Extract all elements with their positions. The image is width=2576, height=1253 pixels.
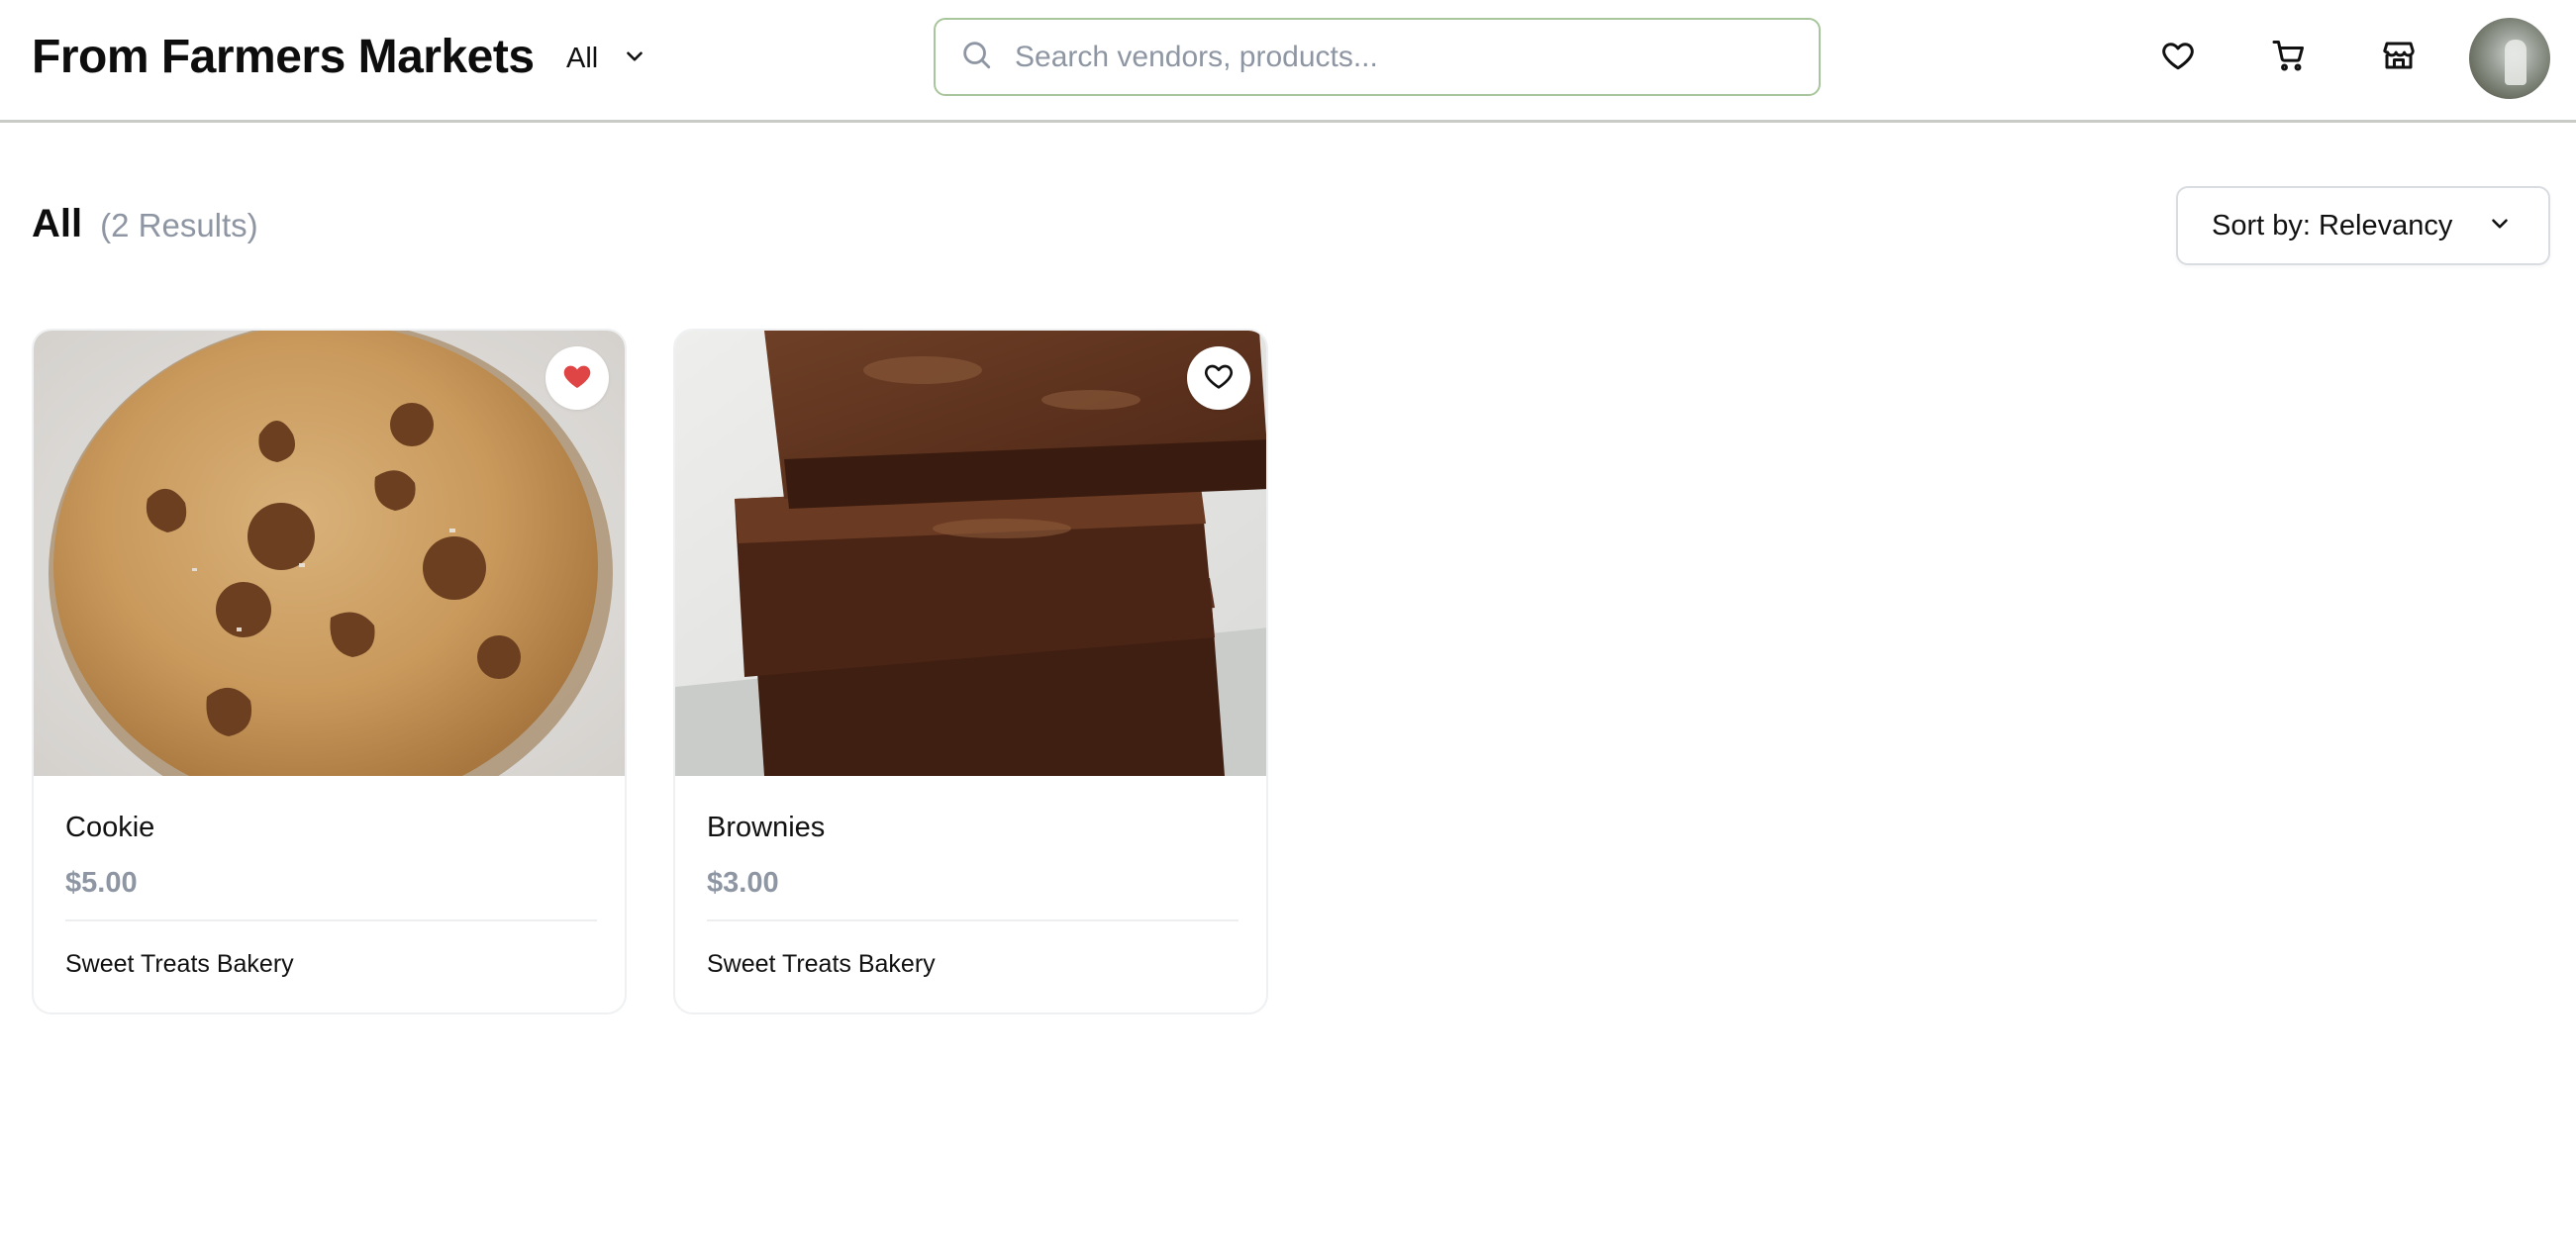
heart-icon	[2160, 38, 2196, 78]
results-heading: All (2 Results)	[32, 202, 258, 246]
sort-dropdown-value: Sort by: Relevancy	[2212, 209, 2453, 241]
store-button[interactable]	[2377, 36, 2421, 79]
search-icon	[959, 38, 993, 76]
results-count: (2 Results)	[100, 207, 258, 243]
product-image-cookie	[34, 331, 625, 776]
results-category: All	[32, 202, 83, 245]
product-vendor[interactable]: Sweet Treats Bakery	[65, 950, 294, 979]
search-bar[interactable]	[934, 18, 1821, 96]
favorite-toggle-button[interactable]	[1187, 346, 1250, 410]
chevron-down-icon	[622, 44, 647, 74]
product-price: $3.00	[707, 867, 779, 899]
avatar-photo	[2505, 40, 2526, 85]
search-input[interactable]	[1015, 40, 1787, 74]
product-vendor[interactable]: Sweet Treats Bakery	[707, 950, 936, 979]
heart-outline-icon	[1203, 360, 1235, 397]
card-divider	[707, 919, 1238, 921]
product-card[interactable]: Brownies $3.00 Sweet Treats Bakery	[673, 329, 1268, 1014]
cart-button[interactable]	[2267, 36, 2311, 79]
product-name[interactable]: Brownies	[707, 812, 825, 844]
sort-dropdown[interactable]: Sort by: Relevancy	[2176, 186, 2550, 265]
category-dropdown-value: All	[566, 42, 599, 74]
card-divider	[65, 919, 597, 921]
site-brand[interactable]: From Farmers Markets	[32, 30, 535, 84]
cart-icon	[2271, 38, 2307, 78]
top-navigation-bar: From Farmers Markets All	[0, 0, 2576, 123]
product-image-brownies	[675, 331, 1266, 776]
favorite-toggle-button[interactable]	[545, 346, 609, 410]
product-price: $5.00	[65, 867, 138, 899]
category-dropdown[interactable]: All	[566, 38, 647, 79]
heart-filled-icon	[561, 360, 593, 397]
product-name[interactable]: Cookie	[65, 812, 154, 844]
store-icon	[2381, 38, 2417, 78]
user-avatar[interactable]	[2469, 18, 2550, 99]
favorites-button[interactable]	[2156, 36, 2200, 79]
product-card[interactable]: Cookie $5.00 Sweet Treats Bakery	[32, 329, 627, 1014]
chevron-down-icon	[2487, 211, 2513, 241]
